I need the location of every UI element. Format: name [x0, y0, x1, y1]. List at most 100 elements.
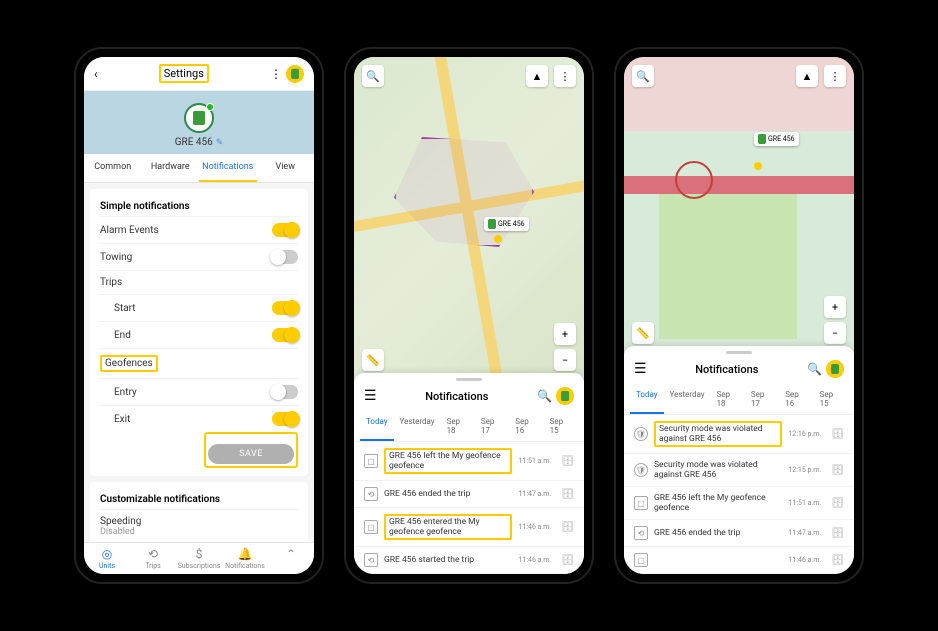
tab-yesterday[interactable]: Yesterday: [664, 384, 711, 414]
speeding-row[interactable]: Speeding Disabled: [100, 509, 298, 543]
phone-geofence-notifications: 🔍 ▲ ⋮ GRE 456 + − 📏 ☰ Notifications 🔍: [344, 47, 594, 584]
tab-date[interactable]: Sep 16: [779, 384, 813, 414]
tab-date[interactable]: Sep 15: [544, 411, 578, 441]
unit-marker[interactable]: GRE 456: [484, 217, 529, 231]
start-toggle[interactable]: [272, 301, 298, 315]
nav-trips[interactable]: ⟲Trips: [130, 547, 176, 570]
nav-notifications[interactable]: 🔔Notifications: [222, 547, 268, 570]
notification-time: 11:51 a.m.: [518, 457, 551, 465]
map[interactable]: 🔍 ▲ ⋮ GRE 456 + − 📏: [354, 57, 584, 381]
nav-expand[interactable]: ⌃: [268, 547, 314, 570]
more-icon[interactable]: ⋮: [824, 65, 846, 87]
archive-icon[interactable]: 🗄: [561, 456, 574, 467]
nav-units[interactable]: ◎Units: [84, 547, 130, 570]
geofences-label: Geofences: [100, 355, 158, 372]
end-label: End: [100, 330, 131, 341]
notification-time: 11:46 a.m.: [518, 556, 551, 564]
archive-icon[interactable]: 🗄: [831, 498, 844, 509]
unit-avatar-icon[interactable]: [184, 103, 214, 133]
notification-time: 11:46 a.m.: [788, 556, 821, 564]
notification-time: 12:15 p.m.: [788, 466, 821, 474]
back-icon[interactable]: ‹: [94, 67, 98, 81]
exit-toggle[interactable]: [272, 412, 298, 426]
notification-text: GRE 456 started the trip: [384, 555, 512, 565]
zoom-out-button[interactable]: −: [554, 349, 576, 371]
archive-icon[interactable]: 🗄: [831, 429, 844, 440]
tab-notifications[interactable]: Notifications: [199, 154, 257, 182]
menu-icon[interactable]: ☰: [634, 361, 647, 377]
notifications-panel: ☰ Notifications 🔍 Today Yesterday Sep 18…: [354, 373, 584, 574]
ruler-icon[interactable]: 📏: [362, 349, 384, 371]
more-icon[interactable]: ⋮: [554, 65, 576, 87]
map[interactable]: 🔍 ▲ ⋮ GRE 456 + − 📏: [624, 57, 854, 354]
notification-item[interactable]: ⟲GRE 456 ended the trip11:47 a.m.🗄: [354, 481, 584, 508]
menu-icon[interactable]: ☰: [364, 388, 377, 404]
tab-date[interactable]: Sep 17: [475, 411, 509, 441]
nav-subscriptions[interactable]: $Subscriptions: [176, 547, 222, 570]
unit-marker[interactable]: GRE 456: [754, 132, 799, 146]
unit-badge-icon[interactable]: [286, 65, 304, 83]
tab-date[interactable]: Sep 17: [745, 384, 779, 414]
tab-date[interactable]: Sep 15: [814, 384, 848, 414]
notification-item[interactable]: ▢GRE 456 left the My geofence geofence11…: [624, 487, 854, 520]
ruler-icon[interactable]: 📏: [632, 322, 654, 344]
exit-label: Exit: [100, 414, 130, 425]
zoom-in-button[interactable]: +: [554, 323, 576, 345]
notifications-panel: ☰ Notifications 🔍 Today Yesterday Sep 18…: [624, 346, 854, 574]
tab-today[interactable]: Today: [630, 384, 664, 414]
tab-today[interactable]: Today: [360, 411, 394, 441]
notification-item[interactable]: ⟲GRE 456 ended the trip11:47 a.m.🗄: [624, 520, 854, 547]
simple-notifications-section: Simple notifications Alarm Events Towing…: [90, 189, 308, 476]
alarm-circle-icon: [675, 161, 713, 199]
archive-icon[interactable]: 🗄: [831, 465, 844, 476]
tab-hardware[interactable]: Hardware: [142, 154, 200, 182]
search-icon[interactable]: 🔍: [632, 65, 654, 87]
search-icon[interactable]: 🔍: [807, 362, 822, 376]
tab-date[interactable]: Sep 18: [441, 411, 475, 441]
unit-badge-icon[interactable]: [826, 360, 844, 378]
notification-item[interactable]: 🛡Security mode was violated against GRE …: [624, 415, 854, 454]
archive-icon[interactable]: 🗄: [561, 522, 574, 533]
panel-title: Notifications: [647, 363, 807, 376]
zoom-out-button[interactable]: −: [824, 322, 846, 344]
more-icon[interactable]: ⋮: [270, 67, 282, 81]
tab-yesterday[interactable]: Yesterday: [394, 411, 441, 441]
tab-view[interactable]: View: [257, 154, 315, 182]
archive-icon[interactable]: 🗄: [831, 555, 844, 566]
notification-time: 11:47 a.m.: [518, 490, 551, 498]
unit-badge-icon[interactable]: [556, 387, 574, 405]
entry-toggle[interactable]: [272, 385, 298, 399]
notification-time: 11:46 a.m.: [518, 523, 551, 531]
archive-icon[interactable]: 🗄: [831, 528, 844, 539]
location-dot-icon: [754, 162, 762, 170]
notification-item[interactable]: ⟲ GRE 456 started the trip 11:46 a.m. 🗄: [354, 547, 584, 574]
tab-date[interactable]: Sep 16: [509, 411, 543, 441]
zoom-in-button[interactable]: +: [824, 296, 846, 318]
notification-text: GRE 456 left the My geofence geofence: [654, 493, 782, 513]
notification-item[interactable]: ▢11:46 a.m.🗄: [624, 547, 854, 574]
notification-time: 12:16 p.m.: [788, 430, 821, 438]
section-title: Simple notifications: [100, 197, 298, 216]
notification-item[interactable]: ▢GRE 456 left the My geofence geofence11…: [354, 442, 584, 481]
tab-common[interactable]: Common: [84, 154, 142, 182]
notification-text: Security mode was violated against GRE 4…: [654, 460, 782, 480]
notification-item[interactable]: 🛡Security mode was violated against GRE …: [624, 454, 854, 487]
end-toggle[interactable]: [272, 328, 298, 342]
trip-icon: ⟲: [364, 553, 378, 567]
compass-icon[interactable]: ▲: [526, 65, 548, 87]
dollar-icon: $: [176, 547, 222, 561]
archive-icon[interactable]: 🗄: [561, 489, 574, 500]
date-tabs: Today Yesterday Sep 18 Sep 17 Sep 16 Sep…: [624, 384, 854, 415]
search-icon[interactable]: 🔍: [362, 65, 384, 87]
save-button[interactable]: SAVE: [208, 444, 294, 464]
search-icon[interactable]: 🔍: [537, 389, 552, 403]
edit-icon[interactable]: ✎: [216, 138, 224, 148]
notification-text: GRE 456 ended the trip: [384, 489, 512, 499]
notification-item[interactable]: ▢GRE 456 entered the My geofence geofenc…: [354, 508, 584, 547]
towing-toggle[interactable]: [272, 250, 298, 264]
archive-icon[interactable]: 🗄: [561, 555, 574, 566]
bottom-nav: ◎Units ⟲Trips $Subscriptions 🔔Notificati…: [84, 542, 314, 574]
alarm-events-toggle[interactable]: [272, 223, 298, 237]
tab-date[interactable]: Sep 18: [711, 384, 745, 414]
compass-icon[interactable]: ▲: [796, 65, 818, 87]
